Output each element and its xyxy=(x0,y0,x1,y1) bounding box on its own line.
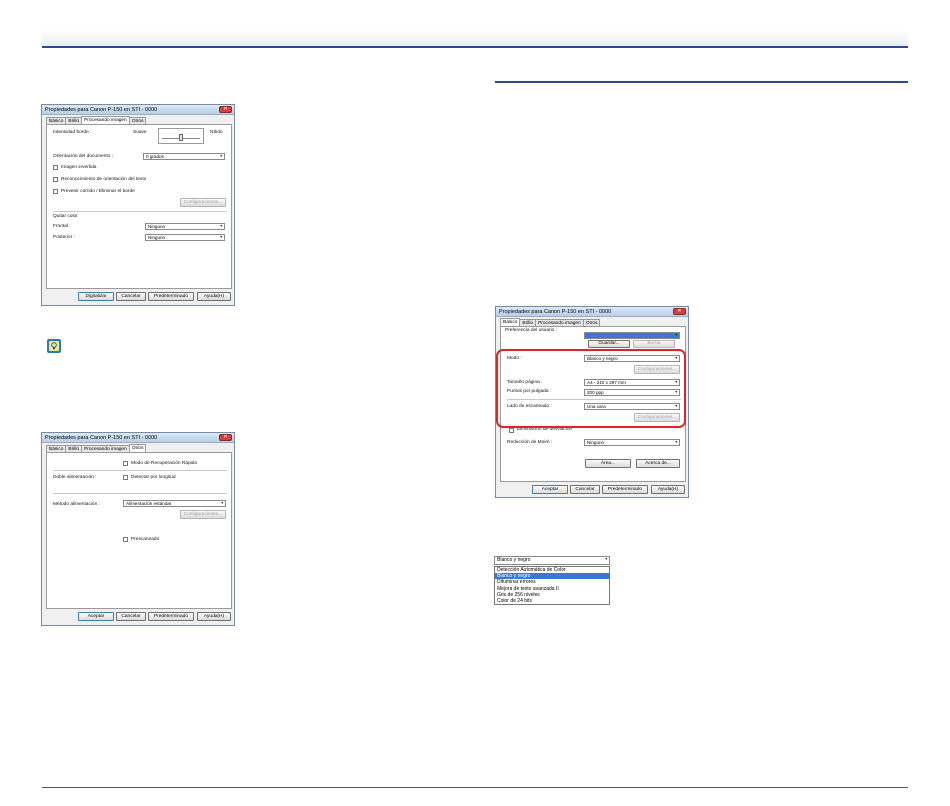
delete-button[interactable]: Borrar xyxy=(633,340,675,348)
section-rule xyxy=(495,81,908,83)
text-orientation-label: Reconocimiento de orientación del texto xyxy=(61,177,147,182)
invert-image-label: Imagen invertida xyxy=(61,165,97,170)
moire-label: Reducción de Moiré : xyxy=(507,440,553,445)
help-button[interactable]: Ayuda(H) xyxy=(197,612,231,621)
cancel-button[interactable]: Cancelar xyxy=(570,485,600,494)
mode-dropdown-expanded: Blanco y negro Detección Automática de C… xyxy=(494,556,610,606)
user-preference-label: Preferencia del usuario : xyxy=(505,328,557,333)
cancel-button[interactable]: Cancelar xyxy=(116,612,146,621)
mode-dropdown-list: Detección Automática de Color Blanco y n… xyxy=(494,566,610,606)
mode-dropdown-select[interactable]: Blanco y negro xyxy=(494,556,610,565)
soft-label: Suave xyxy=(133,130,147,135)
prevent-bleed-label: Prevenir corrido / Eliminar el borde xyxy=(61,189,135,194)
default-button[interactable]: Predeterminado xyxy=(602,485,648,494)
double-feed-label: Doble alimentación : xyxy=(53,475,97,480)
dropout-label: Quitar color xyxy=(53,214,78,219)
deskew-checkbox[interactable] xyxy=(509,428,514,433)
divider xyxy=(53,493,227,494)
settings-button[interactable]: Configuraciones... xyxy=(180,510,226,519)
tab-panel: Modo de Recuperación Rápido Doble alimen… xyxy=(46,452,232,609)
dialog-title: Propiedades para Canon P-150 en STI - 00… xyxy=(499,309,612,315)
settings-button[interactable]: Configuraciones... xyxy=(180,198,226,207)
moire-select[interactable]: Ninguno xyxy=(584,439,680,446)
rapid-recovery-label: Modo de Recuperación Rápido xyxy=(131,461,198,466)
back-label: Posterior : xyxy=(53,235,75,240)
orientation-select[interactable]: 0 grados xyxy=(143,153,225,160)
dialog-title-bar: Propiedades para Canon P-150 en STI - 00… xyxy=(42,433,234,443)
feed-method-select[interactable]: Alimentación estándar xyxy=(123,500,226,507)
edge-intensity-slider[interactable] xyxy=(158,128,204,144)
back-dropout-select[interactable]: Ninguno xyxy=(145,234,225,241)
invert-image-checkbox[interactable] xyxy=(53,165,58,170)
tab-panel: Intensidad borde : Suave Nítido Orientac… xyxy=(46,124,232,289)
dialog-title-bar: Propiedades para Canon P-150 en STI - 00… xyxy=(42,105,234,115)
about-button[interactable]: Acerca de... xyxy=(636,459,680,468)
front-label: Frontal : xyxy=(53,224,71,229)
orientation-label: Orientación del documento : xyxy=(53,154,113,159)
save-button[interactable]: Guardar... xyxy=(588,340,630,348)
header-band xyxy=(42,30,908,47)
length-detect-checkbox[interactable] xyxy=(123,475,128,480)
default-button[interactable]: Predeterminado xyxy=(148,292,194,301)
scan-button[interactable]: Digitalizar xyxy=(78,292,114,301)
divider xyxy=(53,470,227,471)
footer-rule xyxy=(42,787,908,788)
close-icon[interactable]: ✕ xyxy=(219,106,232,113)
hint-lightbulb-icon xyxy=(47,339,61,353)
sharp-label: Nítido xyxy=(210,130,223,135)
edge-intensity-label: Intensidad borde : xyxy=(53,130,92,135)
text-orientation-checkbox[interactable] xyxy=(53,177,58,182)
close-icon[interactable]: ✕ xyxy=(673,308,686,315)
rapid-recovery-checkbox[interactable] xyxy=(123,461,128,466)
divider xyxy=(53,211,227,212)
front-dropout-select[interactable]: Ninguno xyxy=(145,223,225,230)
prescan-checkbox[interactable] xyxy=(123,537,128,542)
user-preference-select[interactable] xyxy=(584,332,680,339)
dialog-others: Propiedades para Canon P-150 en STI - 00… xyxy=(41,432,235,626)
close-icon[interactable]: ✕ xyxy=(219,434,232,441)
prescan-label: Prescaneado xyxy=(131,537,160,542)
dialog-title: Propiedades para Canon P-150 en STI - 00… xyxy=(45,107,158,113)
prevent-bleed-checkbox[interactable] xyxy=(53,189,58,194)
ok-button[interactable]: Aceptar xyxy=(532,485,568,494)
help-button[interactable]: Ayuda(H) xyxy=(651,485,685,494)
dialog-title-bar: Propiedades para Canon P-150 en STI - 00… xyxy=(496,307,688,317)
cancel-button[interactable]: Cancelar xyxy=(116,292,146,301)
dialog-title: Propiedades para Canon P-150 en STI - 00… xyxy=(45,435,158,441)
highlight-frame xyxy=(496,349,686,428)
feed-method-label: Método alimentación : xyxy=(53,502,100,507)
mode-option[interactable]: Color de 24 bits xyxy=(495,598,609,604)
ok-button[interactable]: Aceptar xyxy=(78,612,114,621)
default-button[interactable]: Predeterminado xyxy=(148,612,194,621)
area-button[interactable]: Área... xyxy=(585,459,631,468)
header-rule xyxy=(42,46,908,48)
length-detect-label: Detectar por longitud xyxy=(131,475,176,480)
dialog-image-processing: Propiedades para Canon P-150 en STI - 00… xyxy=(41,104,235,306)
help-button[interactable]: Ayuda(H) xyxy=(197,292,231,301)
